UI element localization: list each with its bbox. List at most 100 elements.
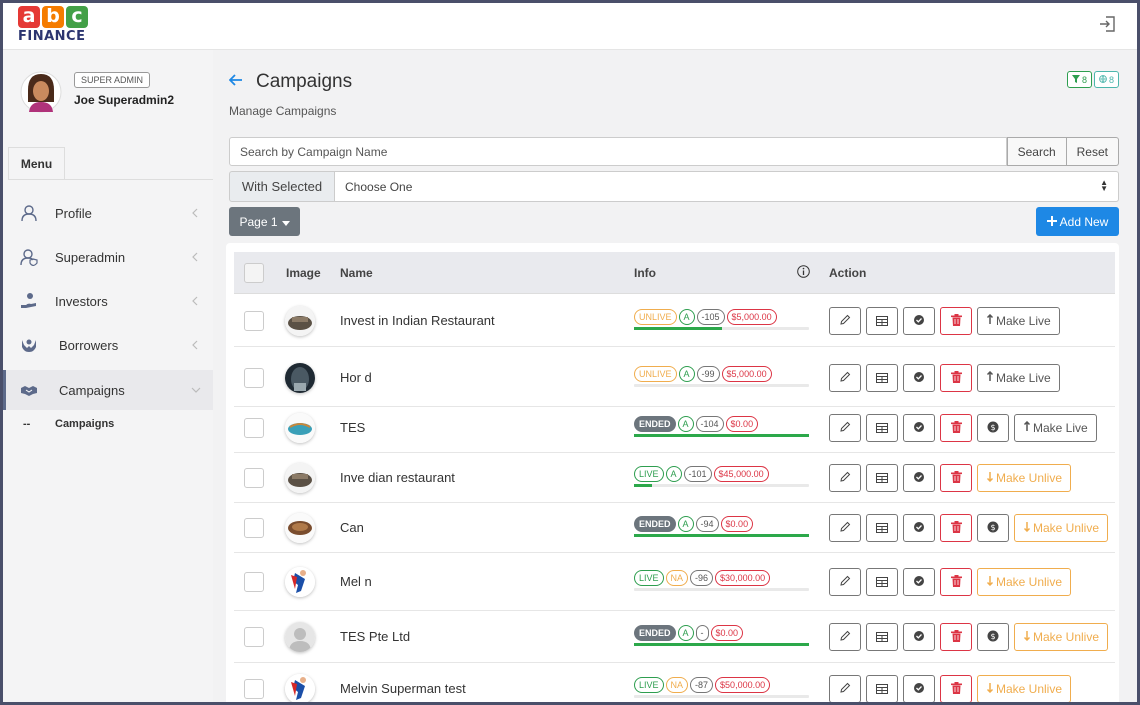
approve-button[interactable]: [903, 364, 935, 392]
verified-badge-icon: [913, 630, 925, 645]
toggle-live-button[interactable]: Make Unlive: [1014, 623, 1109, 651]
details-button[interactable]: [866, 675, 898, 703]
details-button[interactable]: [866, 464, 898, 492]
arrow-down-icon: [986, 682, 994, 696]
reset-button[interactable]: Reset: [1066, 137, 1119, 166]
campaign-name[interactable]: Inve dian restaurant: [340, 470, 455, 485]
campaign-thumbnail[interactable]: [285, 363, 315, 393]
row-checkbox[interactable]: [244, 468, 264, 488]
row-actions: Make Unlive: [829, 568, 1072, 596]
row-actions: $ Make Unlive: [829, 623, 1109, 651]
row-checkbox[interactable]: [244, 418, 264, 438]
back-arrow-icon[interactable]: [228, 73, 243, 92]
campaign-name[interactable]: Mel n: [340, 574, 372, 589]
rating-badge: A: [678, 309, 695, 325]
globe-chip[interactable]: 8: [1093, 71, 1119, 88]
toggle-live-button[interactable]: Make Unlive: [977, 568, 1072, 596]
details-button[interactable]: [866, 307, 898, 335]
delete-button[interactable]: [940, 414, 972, 442]
page-dropdown-button[interactable]: Page 1: [229, 207, 300, 236]
campaign-name[interactable]: Invest in Indian Restaurant: [340, 313, 495, 328]
delete-button[interactable]: [940, 364, 972, 392]
approve-button[interactable]: [903, 514, 935, 542]
toggle-live-button[interactable]: Make Live: [977, 307, 1060, 335]
sidebar-item-investors[interactable]: Investors: [3, 281, 213, 321]
approve-button[interactable]: [903, 675, 935, 703]
logout-icon[interactable]: [1098, 14, 1118, 34]
campaign-name[interactable]: Hor d: [340, 370, 372, 385]
row-checkbox[interactable]: [244, 311, 264, 331]
campaign-thumbnail[interactable]: [285, 306, 315, 336]
sidebar-item-superadmin[interactable]: Superadmin: [3, 237, 213, 277]
campaign-thumbnail[interactable]: [285, 413, 315, 443]
avatar[interactable]: [20, 68, 62, 116]
delete-button[interactable]: [940, 464, 972, 492]
toggle-live-button[interactable]: Make Unlive: [1014, 514, 1109, 542]
details-button[interactable]: [866, 568, 898, 596]
campaign-name[interactable]: Melvin Superman test: [340, 681, 466, 696]
approve-button[interactable]: [903, 414, 935, 442]
approve-button[interactable]: [903, 623, 935, 651]
campaign-thumbnail[interactable]: [285, 567, 315, 597]
verified-badge-icon: [913, 314, 925, 329]
bulk-action-select[interactable]: Choose One ▲ ▼: [335, 171, 1119, 202]
edit-button[interactable]: [829, 675, 861, 703]
approve-button[interactable]: [903, 464, 935, 492]
svg-text:$: $: [990, 523, 995, 532]
row-checkbox[interactable]: [244, 627, 264, 647]
campaign-thumbnail[interactable]: [285, 674, 315, 704]
delete-button[interactable]: [940, 307, 972, 335]
delete-button[interactable]: [940, 514, 972, 542]
delete-button[interactable]: [940, 568, 972, 596]
toggle-live-button[interactable]: Make Live: [1014, 414, 1097, 442]
edit-button[interactable]: [829, 568, 861, 596]
campaign-name[interactable]: TES Pte Ltd: [340, 629, 410, 644]
row-checkbox[interactable]: [244, 518, 264, 538]
sidebar-item-borrowers[interactable]: Borrowers: [3, 325, 213, 365]
amount-badge: $5,000.00: [721, 366, 772, 382]
edit-button[interactable]: [829, 464, 861, 492]
edit-button[interactable]: [829, 414, 861, 442]
search-button[interactable]: Search: [1006, 137, 1067, 166]
delete-button[interactable]: [940, 623, 972, 651]
campaign-name[interactable]: Can: [340, 520, 364, 535]
status-badge: UNLIVE: [634, 366, 677, 382]
search-input[interactable]: [229, 137, 1007, 166]
row-checkbox[interactable]: [244, 368, 264, 388]
abc-finance-logo[interactable]: a b c FINANCE: [18, 6, 90, 46]
row-checkbox[interactable]: [244, 679, 264, 699]
select-all-checkbox[interactable]: [244, 263, 264, 283]
column-header-image: Image: [286, 266, 321, 280]
row-checkbox[interactable]: [244, 572, 264, 592]
approve-button[interactable]: [903, 568, 935, 596]
score-badge: -: [695, 625, 709, 641]
payout-button[interactable]: $: [977, 623, 1009, 651]
sidebar-item-campaigns[interactable]: Campaigns: [3, 370, 213, 410]
sidebar-item-profile[interactable]: Profile: [3, 193, 213, 233]
details-button[interactable]: [866, 414, 898, 442]
edit-button[interactable]: [829, 307, 861, 335]
edit-button[interactable]: [829, 364, 861, 392]
details-button[interactable]: [866, 514, 898, 542]
filter-chip[interactable]: 8: [1066, 71, 1092, 88]
tab-menu[interactable]: Menu: [8, 147, 65, 180]
sidebar-subitem-campaigns[interactable]: -- Campaigns: [23, 418, 114, 430]
logo-letter-b: b: [42, 6, 64, 28]
details-button[interactable]: [866, 364, 898, 392]
campaign-thumbnail[interactable]: [285, 513, 315, 543]
info-circle-icon[interactable]: [797, 265, 810, 278]
edit-button[interactable]: [829, 623, 861, 651]
payout-button[interactable]: $: [977, 414, 1009, 442]
edit-button[interactable]: [829, 514, 861, 542]
delete-button[interactable]: [940, 675, 972, 703]
campaign-thumbnail[interactable]: [285, 622, 315, 652]
toggle-live-button[interactable]: Make Live: [977, 364, 1060, 392]
payout-button[interactable]: $: [977, 514, 1009, 542]
add-new-button[interactable]: Add New: [1036, 207, 1119, 236]
toggle-live-button[interactable]: Make Unlive: [977, 675, 1072, 703]
toggle-live-button[interactable]: Make Unlive: [977, 464, 1072, 492]
campaign-name[interactable]: TES: [340, 420, 365, 435]
campaign-thumbnail[interactable]: [285, 463, 315, 493]
details-button[interactable]: [866, 623, 898, 651]
approve-button[interactable]: [903, 307, 935, 335]
